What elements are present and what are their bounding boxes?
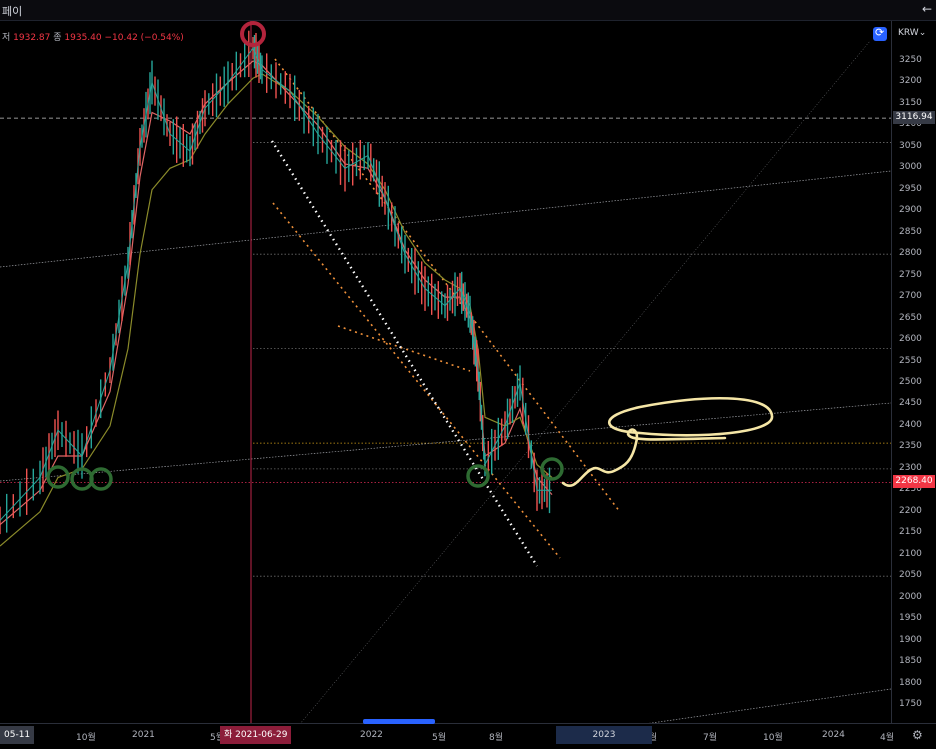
price-badge-high: 3116.94 bbox=[893, 111, 935, 125]
price-tick: 3050 bbox=[899, 140, 922, 151]
price-tick: 2950 bbox=[899, 183, 922, 194]
price-tick: 2650 bbox=[899, 312, 922, 323]
period-badge: 2023 bbox=[556, 726, 652, 744]
chart-title: 페이 bbox=[2, 5, 23, 18]
price-tick: 2200 bbox=[899, 505, 922, 516]
price-tick: 2000 bbox=[899, 591, 922, 602]
channel-lower-white bbox=[270, 140, 539, 567]
price-tick: 1850 bbox=[899, 656, 922, 667]
price-tick: 2350 bbox=[899, 441, 922, 452]
price-tick: 1750 bbox=[899, 699, 922, 709]
price-tick: 2900 bbox=[899, 205, 922, 216]
price-tick: 2750 bbox=[899, 269, 922, 280]
time-tick: 2024 bbox=[822, 730, 845, 740]
crosshair-date-badge: 화 2021-06-29 bbox=[220, 726, 292, 744]
trendline-lower-white bbox=[649, 688, 891, 723]
markers bbox=[46, 21, 564, 491]
marker-support-circle-3 bbox=[89, 467, 113, 491]
arrow-left-icon[interactable]: ← bbox=[922, 2, 932, 16]
currency-label: KRW bbox=[898, 28, 919, 38]
range-start-badge: 05-11 bbox=[0, 726, 35, 744]
price-tick: 3000 bbox=[899, 162, 922, 173]
price-tick: 2300 bbox=[899, 462, 922, 473]
scroll-handle[interactable] bbox=[363, 719, 435, 724]
price-tick: 3150 bbox=[899, 97, 922, 108]
top-bar: 페이 ← bbox=[0, 0, 936, 21]
trendlines bbox=[0, 40, 891, 723]
currency-selector[interactable]: KRW⌄ bbox=[898, 28, 926, 38]
price-line bbox=[0, 47, 552, 521]
price-tick: 2550 bbox=[899, 355, 922, 366]
time-tick: 2022 bbox=[360, 730, 383, 740]
price-badge-current: 2268.40 bbox=[893, 475, 935, 489]
time-tick: 2021 bbox=[132, 730, 155, 740]
trendline-middle-white bbox=[0, 402, 891, 482]
price-tick: 2850 bbox=[899, 226, 922, 237]
price-tick: 2100 bbox=[899, 548, 922, 559]
price-chart-canvas[interactable] bbox=[0, 21, 891, 723]
price-tick: 2050 bbox=[899, 570, 922, 581]
time-tick: 10월 bbox=[76, 733, 96, 743]
time-tick: 7월 bbox=[703, 733, 718, 743]
price-tick: 2450 bbox=[899, 398, 922, 409]
price-tick: 2400 bbox=[899, 419, 922, 430]
price-tick: 2700 bbox=[899, 291, 922, 302]
price-tick: 1800 bbox=[899, 677, 922, 688]
price-tick: 1900 bbox=[899, 634, 922, 645]
freehand-projection bbox=[561, 396, 774, 487]
price-tick: 2150 bbox=[899, 527, 922, 538]
time-tick: 8월 bbox=[489, 733, 504, 743]
gear-icon[interactable]: ⚙ bbox=[912, 728, 923, 742]
price-tick: 3200 bbox=[899, 76, 922, 87]
time-tick: 4월 bbox=[880, 733, 895, 743]
chevron-down-icon: ⌄ bbox=[918, 28, 927, 38]
price-tick: 3250 bbox=[899, 55, 922, 65]
price-tick: 2500 bbox=[899, 377, 922, 387]
trendline-diagonal-white bbox=[300, 40, 871, 723]
price-tick: 2800 bbox=[899, 248, 922, 259]
sync-icon[interactable]: ⟳ bbox=[873, 26, 887, 41]
time-tick: 5월 bbox=[432, 733, 447, 743]
price-axis[interactable]: 3250 3200 3150 3100 3050 3000 2950 2900 2850 2800… bbox=[891, 21, 936, 723]
price-tick: 1950 bbox=[899, 613, 922, 624]
price-tick: 2600 bbox=[899, 334, 922, 345]
time-tick: 10월 bbox=[763, 733, 783, 743]
